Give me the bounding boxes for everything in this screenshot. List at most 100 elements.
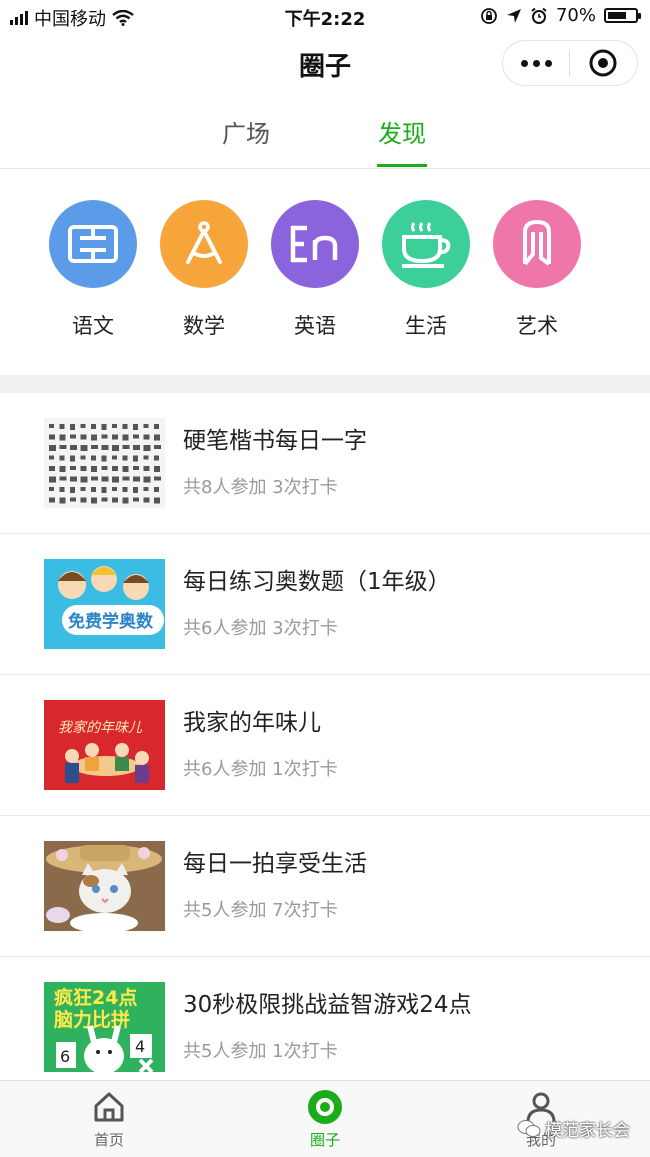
category-grid: 语文 数学 英语 生活 艺术	[0, 170, 650, 375]
calligraphy-glyph	[91, 455, 96, 461]
calligraphy-glyph	[133, 487, 138, 493]
category-math[interactable]: 数学	[149, 200, 259, 340]
calligraphy-glyph	[122, 497, 129, 504]
category-circle	[493, 200, 581, 288]
calligraphy-glyph	[91, 476, 98, 481]
calligraphy-glyph	[143, 466, 150, 471]
calligraphy-glyph	[122, 455, 128, 461]
calligraphy-glyph	[143, 424, 149, 428]
calligraphy-glyph	[122, 466, 129, 472]
calligraphy-glyph	[133, 497, 139, 502]
calligraphy-glyph	[59, 455, 65, 461]
category-chinese[interactable]: 语文	[38, 200, 148, 340]
calligraphy-glyph	[154, 434, 160, 441]
close-button[interactable]	[570, 41, 636, 85]
calligraphy-glyph	[154, 476, 161, 481]
calligraphy-glyph	[70, 455, 75, 462]
circle-list: 硬笔楷书每日一字 共8人参加 3次打卡 免费学奥数 每日练习奥数题（1年级） 共…	[0, 393, 650, 1097]
list-item[interactable]: 疯狂24点 脑力比拼 6 4 30秒极限挑战益智游戏24点 共5人参加 1次打卡	[0, 957, 650, 1097]
calligraphy-glyph	[101, 434, 108, 439]
thumbnail-text: 我家的年味儿	[58, 720, 143, 736]
category-circle	[382, 200, 470, 288]
calligraphy-glyph	[49, 466, 55, 471]
calligraphy-glyph	[112, 455, 117, 460]
top-tabs: 广场 发现	[0, 96, 650, 169]
thumbnail-24-points: 疯狂24点 脑力比拼 6 4	[44, 982, 165, 1072]
location-icon	[506, 8, 521, 23]
calligraphy-glyph	[59, 445, 67, 449]
calligraphy-glyph	[101, 487, 107, 493]
calligraphy-glyph	[80, 434, 87, 440]
calligraphy-glyph	[59, 497, 66, 504]
item-meta: 共5人参加 7次打卡	[183, 900, 338, 921]
calligraphy-glyph	[112, 424, 117, 428]
calligraphy-glyph	[59, 424, 65, 429]
calligraphy-glyph	[154, 445, 161, 449]
calligraphy-glyph	[143, 445, 151, 451]
calligraphy-glyph	[101, 424, 107, 430]
mini-program-capsule	[502, 40, 638, 86]
calligraphy-glyph	[143, 476, 151, 483]
category-english[interactable]: 英语	[260, 200, 370, 340]
thumbnail-calligraphy	[44, 418, 165, 508]
calligraphy-glyph	[59, 476, 67, 481]
wechat-icon	[517, 1119, 541, 1137]
calligraphy-glyph	[49, 487, 54, 491]
calligraphy-glyph	[133, 445, 140, 450]
calligraphy-glyph	[70, 466, 76, 470]
tab-square[interactable]: 广场	[222, 114, 270, 149]
category-label: 艺术	[516, 314, 558, 338]
target-close-icon	[589, 49, 617, 77]
item-title: 我家的年味儿	[183, 710, 321, 736]
calligraphy-glyph	[122, 434, 129, 441]
calligraphy-glyph	[70, 487, 75, 493]
more-button[interactable]	[503, 41, 569, 85]
category-label: 生活	[405, 314, 447, 338]
item-title: 30秒极限挑战益智游戏24点	[183, 992, 472, 1018]
category-life[interactable]: 生活	[371, 200, 481, 340]
calligraphy-glyph	[70, 476, 77, 482]
thumbnail-new-year: 我家的年味儿	[44, 700, 165, 790]
calligraphy-glyph	[154, 424, 159, 429]
calligraphy-glyph	[122, 424, 128, 429]
thumbnail-card-number: 4	[135, 1037, 145, 1056]
calligraphy-glyph	[49, 497, 55, 503]
category-art[interactable]: 艺术	[482, 200, 592, 340]
calligraphy-glyph	[154, 497, 160, 504]
calligraphy-glyph	[101, 455, 107, 462]
calligraphy-glyph	[112, 434, 118, 440]
item-title: 硬笔楷书每日一字	[183, 428, 367, 454]
tab-discover[interactable]: 发现	[378, 114, 426, 149]
tabbar-home[interactable]: 首页	[54, 1089, 164, 1150]
calligraphy-glyph	[122, 476, 130, 481]
category-label: 语文	[72, 314, 114, 338]
list-item[interactable]: 每日一拍享受生活 共5人参加 7次打卡	[0, 816, 650, 957]
calligraphy-glyph	[80, 445, 88, 451]
calligraphy-glyph	[49, 476, 56, 483]
art-icon	[523, 219, 551, 266]
tabbar-circle[interactable]: 圈子	[270, 1089, 380, 1150]
list-item[interactable]: 免费学奥数 每日练习奥数题（1年级） 共6人参加 3次打卡	[0, 534, 650, 675]
status-bar: 中国移动 下午2:22 70%	[0, 0, 650, 34]
calligraphy-glyph	[70, 497, 76, 502]
list-item[interactable]: 我家的年味儿 我家的年味儿 共6人参加 1次打卡	[0, 675, 650, 816]
calligraphy-glyph	[143, 455, 149, 460]
calligraphy-glyph	[49, 424, 54, 428]
calligraphy-glyph	[112, 445, 119, 451]
item-meta: 共8人参加 3次打卡	[183, 477, 338, 498]
watermark: 模范家长会	[517, 1116, 630, 1141]
en-letters-icon	[290, 225, 338, 263]
calligraphy-glyph	[122, 487, 128, 492]
coffee-cup-icon	[402, 222, 451, 268]
category-label: 英语	[294, 314, 336, 338]
calligraphy-glyph	[91, 497, 97, 504]
calligraphy-glyph	[143, 434, 150, 440]
calligraphy-glyph	[133, 434, 139, 439]
section-divider	[0, 375, 650, 393]
list-item[interactable]: 硬笔楷书每日一字 共8人参加 3次打卡	[0, 393, 650, 534]
calligraphy-glyph	[133, 476, 140, 482]
item-meta: 共5人参加 1次打卡	[183, 1041, 338, 1062]
calligraphy-glyph	[112, 476, 119, 483]
calligraphy-glyph	[70, 424, 75, 430]
calligraphy-glyph	[91, 434, 97, 441]
